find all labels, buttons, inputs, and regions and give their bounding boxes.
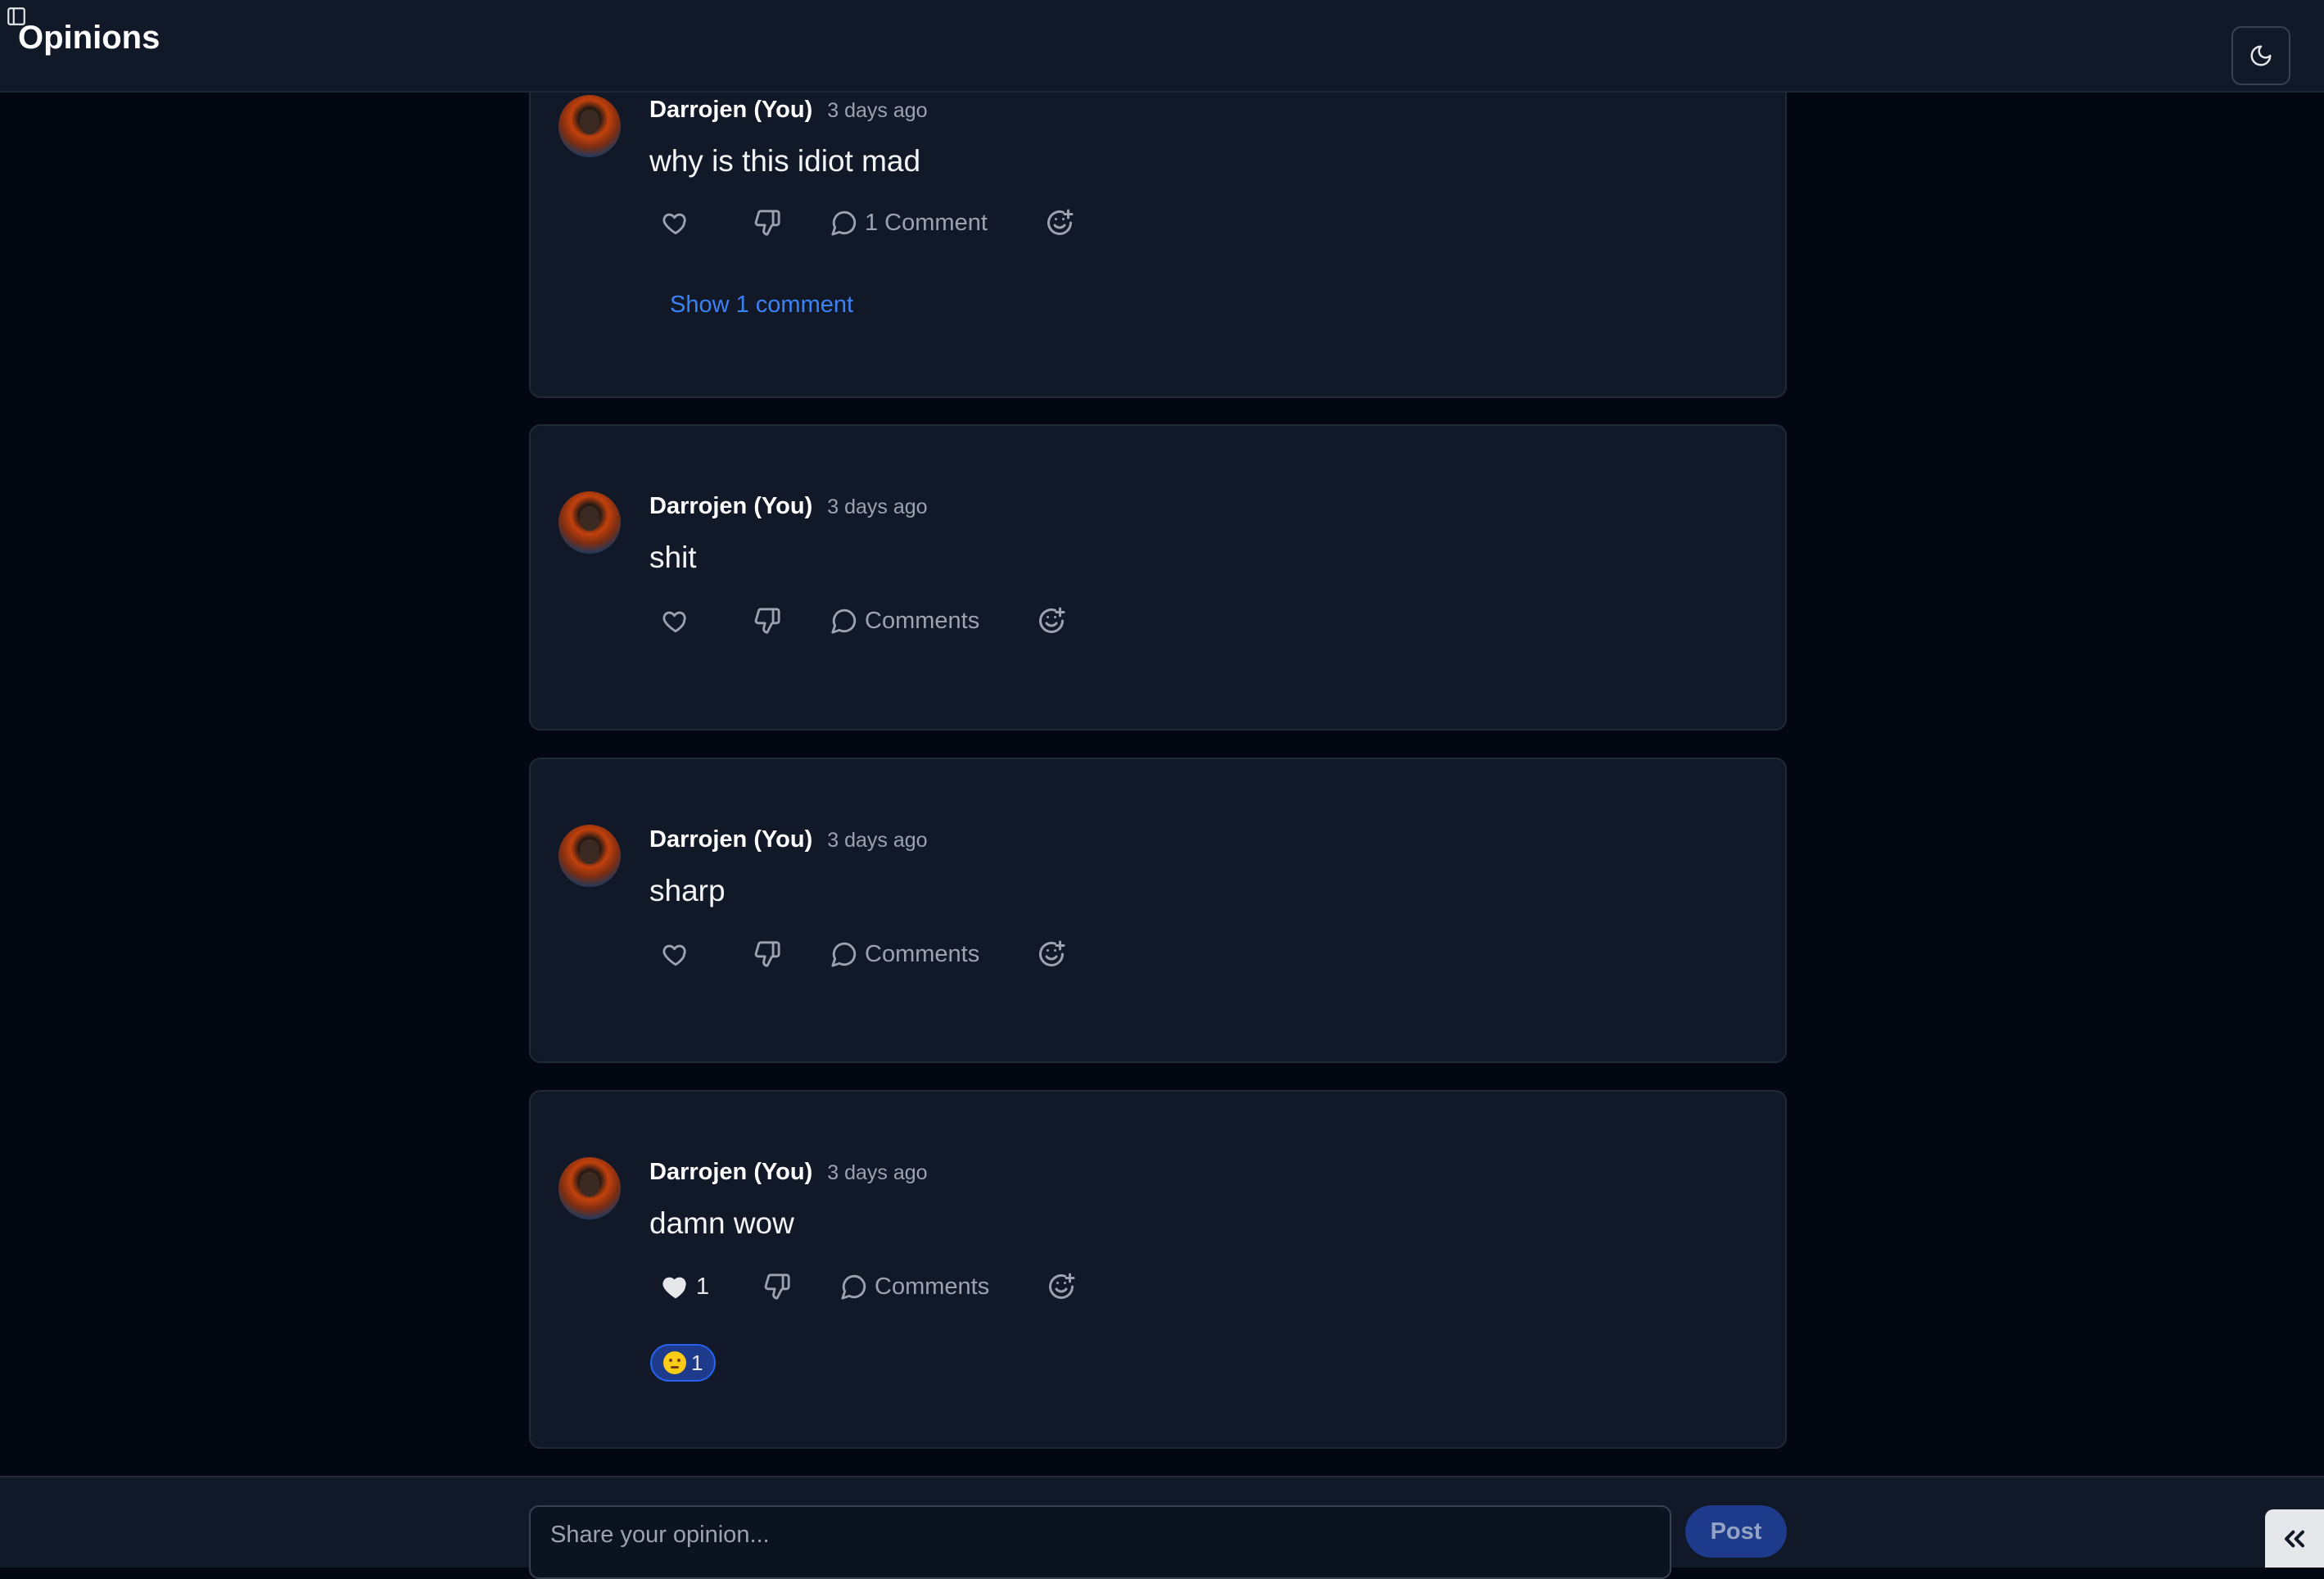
app-header: Opinions xyxy=(0,0,2324,93)
post-card: Darrojen (You) 3 days ago damn wow 1 Com… xyxy=(529,1090,1787,1449)
add-reaction-icon xyxy=(1049,1273,1075,1299)
opinion-input[interactable] xyxy=(529,1505,1671,1579)
comments-button[interactable]: 1 Comment xyxy=(830,209,988,237)
like-button[interactable] xyxy=(662,607,753,635)
avatar xyxy=(558,1157,621,1219)
post-text: damn wow xyxy=(649,1206,794,1240)
like-button[interactable]: 1 xyxy=(662,1273,763,1301)
add-reaction-button[interactable] xyxy=(1045,208,1074,238)
thumbs-down-icon xyxy=(764,1274,790,1300)
comment-icon xyxy=(841,1274,866,1300)
comment-icon xyxy=(831,942,857,967)
add-reaction-icon xyxy=(1047,209,1074,235)
thumbs-down-icon xyxy=(754,941,780,967)
theme-toggle-button[interactable] xyxy=(2231,26,2290,85)
post-card: Darrojen (You) 3 days ago sharp Comments xyxy=(529,758,1787,1063)
add-reaction-button[interactable] xyxy=(1037,939,1066,969)
post-text: shit xyxy=(649,541,697,574)
post-timestamp: 3 days ago xyxy=(827,495,928,518)
page-title: Opinions xyxy=(18,20,161,56)
post-actions: 1 Comment xyxy=(662,203,1074,242)
post-timestamp: 3 days ago xyxy=(827,99,928,122)
comments-button[interactable]: Comments xyxy=(830,607,979,635)
post-author: Darrojen (You) xyxy=(649,493,813,519)
post-card: Darrojen (You) 3 days ago why is this id… xyxy=(529,57,1787,398)
avatar xyxy=(558,491,621,554)
comments-button[interactable]: Comments xyxy=(830,940,979,968)
post-text: sharp xyxy=(649,874,726,907)
post-actions: Comments xyxy=(662,934,1066,974)
comments-button[interactable]: Comments xyxy=(840,1273,989,1301)
post-actions: Comments xyxy=(662,601,1066,640)
reaction-count: 1 xyxy=(691,1350,703,1375)
add-reaction-icon xyxy=(1039,607,1065,633)
show-comments-link[interactable]: Show 1 comment xyxy=(670,292,853,319)
post-actions: 1 Comments xyxy=(662,1267,1076,1306)
moon-icon xyxy=(2250,45,2272,66)
comments-label: Comments xyxy=(865,607,980,634)
add-reaction-icon xyxy=(1039,940,1065,966)
dislike-button[interactable] xyxy=(753,209,830,237)
opinions-feed: Darrojen (You) 3 days ago why is this id… xyxy=(529,0,1787,1476)
avatar xyxy=(558,825,621,887)
post-author: Darrojen (You) xyxy=(649,1159,813,1185)
chevrons-left-icon xyxy=(2285,1530,2304,1547)
avatar xyxy=(558,95,621,157)
comments-label: Comments xyxy=(875,1273,990,1300)
heart-icon xyxy=(662,611,686,633)
thumbs-down-icon xyxy=(754,210,780,236)
comments-label: 1 Comment xyxy=(865,209,988,236)
dislike-button[interactable] xyxy=(763,1273,840,1301)
comment-icon xyxy=(831,210,857,236)
collapse-button[interactable] xyxy=(2265,1509,2324,1568)
dislike-button[interactable] xyxy=(753,940,830,968)
comment-icon xyxy=(831,609,857,634)
comments-label: Comments xyxy=(865,940,980,967)
composer-bar: Post xyxy=(0,1476,2324,1579)
dislike-button[interactable] xyxy=(753,607,830,635)
post-button[interactable]: Post xyxy=(1685,1505,1787,1558)
thinking-face-icon xyxy=(663,1351,686,1374)
post-card: Darrojen (You) 3 days ago shit Comments xyxy=(529,424,1787,731)
post-text: why is this idiot mad xyxy=(649,144,921,178)
like-button[interactable] xyxy=(662,209,753,237)
heart-icon xyxy=(662,944,686,966)
thumbs-down-icon xyxy=(754,608,780,634)
add-reaction-button[interactable] xyxy=(1037,606,1066,636)
heart-icon xyxy=(662,1277,686,1299)
add-reaction-button[interactable] xyxy=(1047,1272,1076,1301)
heart-icon xyxy=(662,213,686,235)
post-timestamp: 3 days ago xyxy=(827,1161,928,1184)
like-button[interactable] xyxy=(662,940,753,968)
reaction-badge[interactable]: 1 xyxy=(650,1344,717,1382)
post-author: Darrojen (You) xyxy=(649,826,813,853)
post-timestamp: 3 days ago xyxy=(827,829,928,852)
post-author: Darrojen (You) xyxy=(649,97,813,123)
like-count: 1 xyxy=(696,1273,710,1300)
